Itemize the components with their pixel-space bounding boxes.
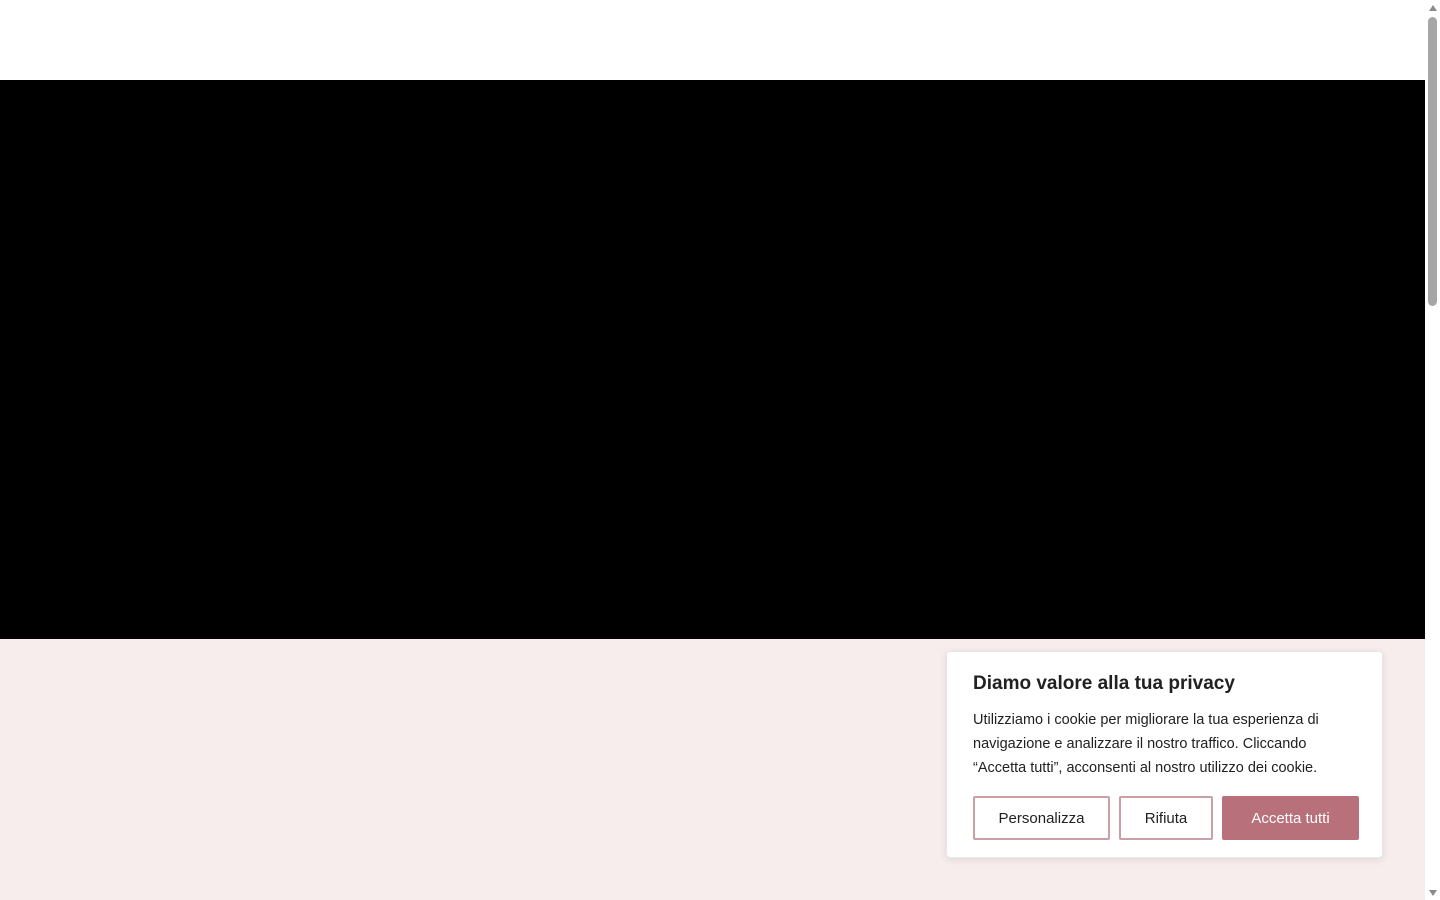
page-viewport: Diamo valore alla tua privacy Utilizziam… [0, 0, 1425, 900]
site-header [0, 0, 1425, 80]
cookie-consent-banner: Diamo valore alla tua privacy Utilizziam… [946, 651, 1383, 858]
scrollbar-thumb[interactable] [1428, 17, 1437, 306]
chevron-up-icon [1428, 4, 1437, 11]
chevron-down-icon [1428, 889, 1437, 896]
scroll-up-button[interactable] [1425, 0, 1440, 15]
cookie-banner-message: Utilizziamo i cookie per migliorare la t… [973, 712, 1319, 776]
cookie-banner-actions: Personalizza Rifiuta Accetta tutti [973, 796, 1359, 840]
cookie-banner-title: Diamo valore alla tua privacy [973, 673, 1235, 694]
scroll-down-button[interactable] [1425, 885, 1440, 900]
vertical-scrollbar[interactable] [1425, 0, 1440, 900]
customize-button[interactable]: Personalizza [973, 796, 1110, 840]
hero-video[interactable] [0, 80, 1425, 639]
accept-all-button[interactable]: Accetta tutti [1222, 796, 1359, 840]
reject-button[interactable]: Rifiuta [1119, 796, 1213, 840]
